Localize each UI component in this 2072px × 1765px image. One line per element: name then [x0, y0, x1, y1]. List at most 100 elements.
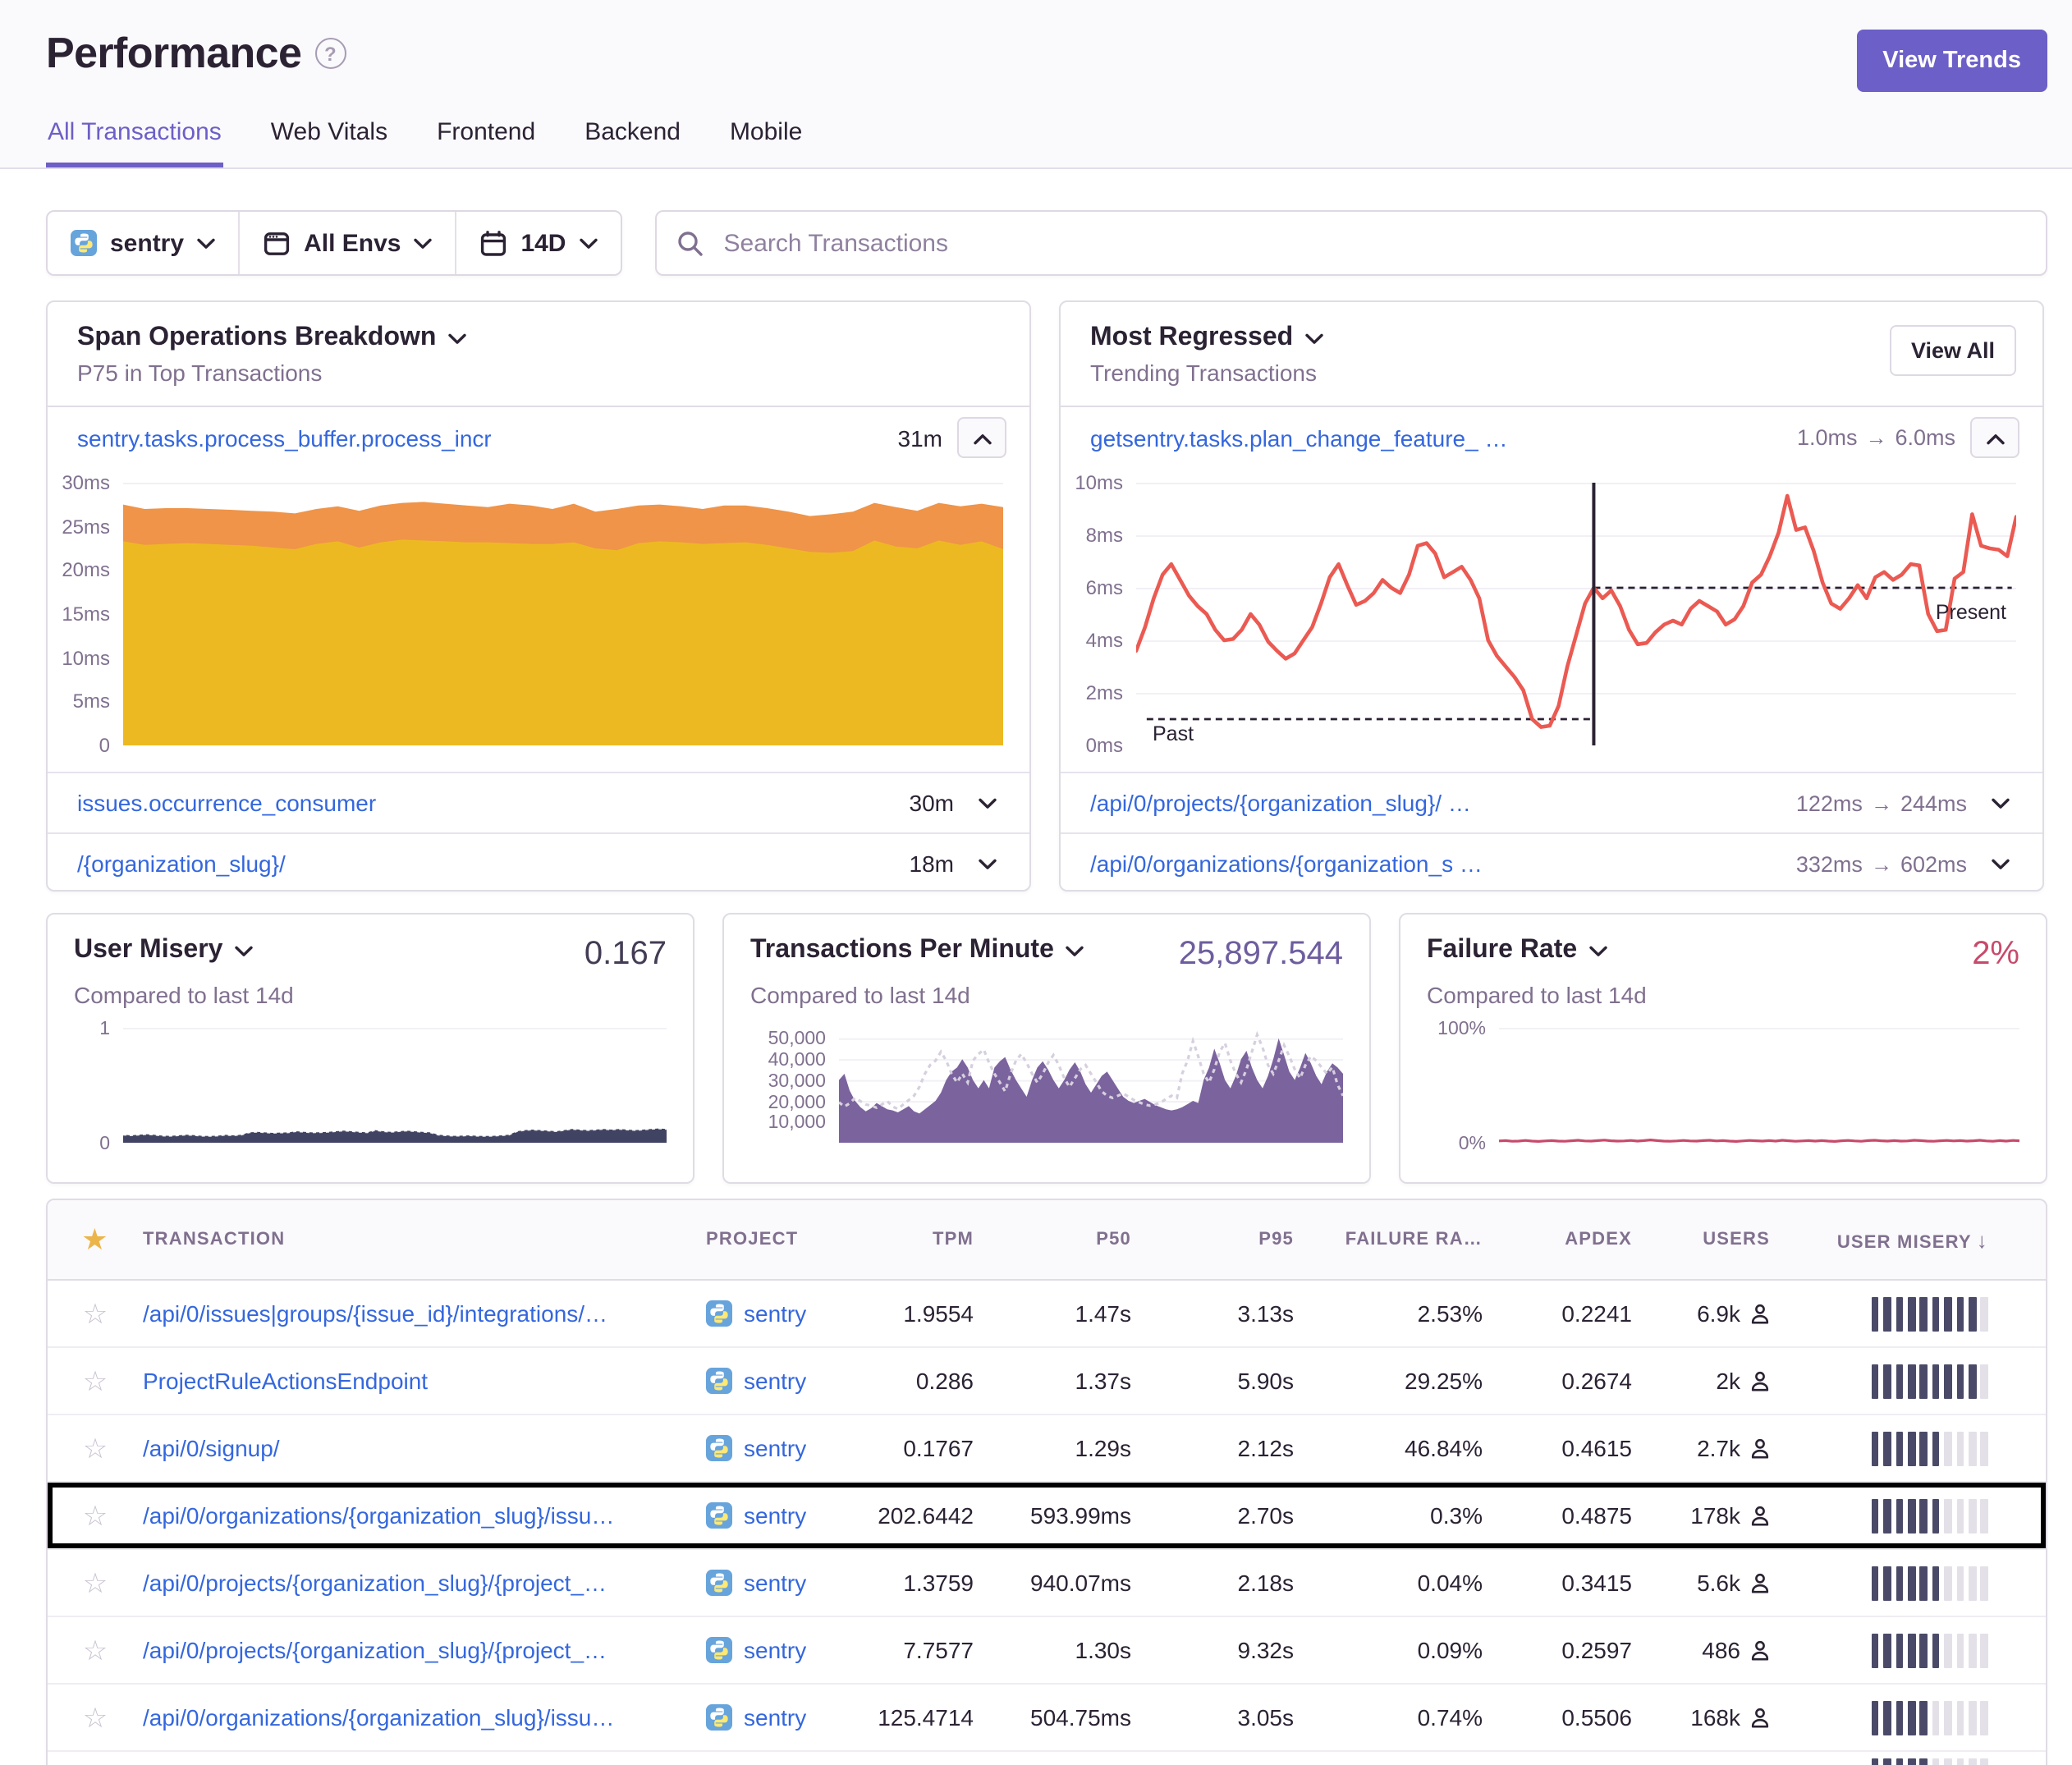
- transaction-link[interactable]: /api/0/issues|groups/{issue_id}/integrat…: [143, 1300, 690, 1327]
- regressed-transaction-link[interactable]: /api/0/projects/{organization_slug}/ …: [1090, 790, 1471, 816]
- tpm-value: 1.9554: [870, 1300, 974, 1327]
- chevron-down-icon: [197, 238, 215, 250]
- tab-frontend[interactable]: Frontend: [435, 115, 537, 167]
- star-icon[interactable]: ☆: [83, 1434, 108, 1462]
- star-icon[interactable]: ☆: [83, 1569, 108, 1597]
- p95-value: 2.12s: [1131, 1435, 1294, 1461]
- view-trends-button[interactable]: View Trends: [1856, 30, 2047, 92]
- transaction-link[interactable]: /api/0/organizations/{organization_slug}…: [143, 1502, 690, 1529]
- expand-row-button[interactable]: [1982, 854, 2019, 873]
- table-row[interactable]: ☆ /api/0/projects/{organization_slug}/{pr…: [48, 1550, 2046, 1617]
- search-transactions-input[interactable]: [721, 227, 2027, 259]
- span-operation-link[interactable]: sentry.tasks.process_buffer.process_incr: [77, 424, 492, 451]
- search-icon: [676, 229, 704, 257]
- tab-all-transactions[interactable]: All Transactions: [46, 115, 223, 167]
- column-header-transaction[interactable]: TRANSACTION: [143, 1230, 706, 1249]
- table-row-highlighted[interactable]: ☆ /api/0/organizations/{organization_slug…: [48, 1483, 2046, 1550]
- project-link[interactable]: sentry: [744, 1704, 806, 1731]
- project-filter-dropdown[interactable]: sentry: [48, 212, 238, 274]
- environment-filter-dropdown[interactable]: All Envs: [240, 212, 455, 274]
- most-regressed-chart: 10ms8ms6ms4ms2ms0ms Past Present: [1061, 468, 2042, 772]
- axis-tick-label: 10,000: [768, 1112, 826, 1135]
- tab-web-vitals[interactable]: Web Vitals: [269, 115, 389, 167]
- column-header-user-misery[interactable]: USER MISERY↓: [1770, 1227, 2023, 1252]
- collapse-row-button[interactable]: [1970, 417, 2019, 458]
- project-link[interactable]: sentry: [744, 1502, 806, 1529]
- transaction-link[interactable]: /api/0/projects/{organization_slug}/{pro…: [143, 1637, 690, 1663]
- span-breakdown-title-dropdown[interactable]: Span Operations Breakdown: [77, 323, 1000, 353]
- axis-tick-label: 30,000: [768, 1070, 826, 1093]
- date-range-dropdown[interactable]: 14D: [456, 212, 620, 274]
- project-link[interactable]: sentry: [744, 1435, 806, 1461]
- column-header-tpm[interactable]: TPM: [870, 1230, 974, 1249]
- table-row[interactable]: ☆ /api/0/issues|groups/{issue_id}/integra…: [48, 1281, 2046, 1348]
- user-icon: [1750, 1707, 1770, 1728]
- project-cell: sentry: [706, 1300, 870, 1327]
- python-project-icon: [706, 1435, 732, 1461]
- failure-rate-value: 2.53%: [1294, 1300, 1483, 1327]
- transaction-link[interactable]: /api/0/projects/{organization_slug}/{pro…: [143, 1570, 690, 1596]
- metric-value: 25,897.544: [1179, 936, 1343, 974]
- regressed-transaction-link[interactable]: getsentry.tasks.plan_change_feature_ …: [1090, 424, 1508, 451]
- regressed-transaction-link[interactable]: /api/0/organizations/{organization_s …: [1090, 850, 1483, 877]
- arrow-right-icon: →: [1871, 851, 1892, 876]
- star-icon[interactable]: ☆: [83, 1703, 108, 1731]
- collapse-row-button[interactable]: [957, 417, 1006, 458]
- column-header-p50[interactable]: P50: [974, 1230, 1131, 1249]
- star-icon[interactable]: ☆: [83, 1367, 108, 1395]
- table-row[interactable]: ☆ProjectRuleActionsEndpointsentry0.2861.…: [48, 1348, 2046, 1415]
- span-operation-link[interactable]: issues.occurrence_consumer: [77, 790, 376, 816]
- expand-row-button[interactable]: [969, 854, 1006, 873]
- tab-mobile[interactable]: Mobile: [728, 115, 804, 167]
- project-cell: sentry: [706, 1435, 870, 1461]
- tpm-value: 0.286: [870, 1368, 974, 1394]
- metric-subtitle: Compared to last 14d: [1427, 982, 2019, 1008]
- transaction-link[interactable]: ProjectRuleActionsEndpoint: [143, 1368, 690, 1394]
- span-row: issues.occurrence_consumer 30m: [48, 772, 1029, 832]
- python-project-icon: [706, 1502, 732, 1529]
- failure-rate-title-dropdown[interactable]: Failure Rate: [1427, 936, 1607, 965]
- view-all-button[interactable]: View All: [1890, 325, 2016, 376]
- project-link[interactable]: sentry: [744, 1570, 806, 1596]
- column-header-p95[interactable]: P95: [1131, 1230, 1294, 1249]
- python-project-icon: [706, 1300, 732, 1327]
- y-axis-labels: 10ms8ms6ms4ms2ms0ms: [1064, 483, 1136, 745]
- column-header-apdex[interactable]: APDEX: [1483, 1230, 1632, 1249]
- chevron-down-icon: [1992, 798, 2010, 809]
- tpm-title-dropdown[interactable]: Transactions Per Minute: [750, 936, 1084, 965]
- column-header-project[interactable]: PROJECT: [706, 1230, 870, 1249]
- transaction-link[interactable]: /api/0/signup/: [143, 1435, 690, 1461]
- most-regressed-title-dropdown[interactable]: Most Regressed: [1090, 323, 2013, 353]
- project-cell: sentry: [706, 1502, 870, 1529]
- page-filters: sentry All Envs 14D: [46, 210, 622, 276]
- user-misery-title-dropdown[interactable]: User Misery: [74, 936, 252, 965]
- table-row[interactable]: ☆/api/0/signup/sentry0.17671.29s2.12s46.…: [48, 1415, 2046, 1483]
- failure-rate-value: 29.25%: [1294, 1368, 1483, 1394]
- star-icon[interactable]: ☆: [83, 1636, 108, 1664]
- transaction-link[interactable]: /api/0/organizations/{organization_slug}…: [143, 1704, 690, 1731]
- table-row-partial[interactable]: [48, 1752, 2046, 1765]
- span-operation-link[interactable]: /{organization_slug}/: [77, 850, 286, 877]
- trend-line-chart: Past Present: [1136, 483, 2016, 745]
- star-icon[interactable]: ☆: [83, 1501, 108, 1529]
- expand-row-button[interactable]: [969, 793, 1006, 813]
- top-bar: Performance ? View Trends All Transactio…: [0, 0, 2072, 169]
- help-icon[interactable]: ?: [314, 38, 346, 69]
- chevron-up-icon: [1986, 433, 2004, 444]
- environment-icon: [263, 229, 291, 257]
- column-header-failure-rate[interactable]: FAILURE RA…: [1294, 1230, 1483, 1249]
- column-header-users[interactable]: USERS: [1632, 1230, 1770, 1249]
- users-cell: 2k: [1632, 1368, 1770, 1394]
- star-icon[interactable]: ☆: [83, 1300, 108, 1327]
- chart-cards-row: Span Operations Breakdown P75 in Top Tra…: [46, 300, 2047, 892]
- failure-rate-value: 46.84%: [1294, 1435, 1483, 1461]
- p50-value: 1.47s: [974, 1300, 1131, 1327]
- tab-backend[interactable]: Backend: [583, 115, 682, 167]
- project-link[interactable]: sentry: [744, 1300, 806, 1327]
- table-row[interactable]: ☆ /api/0/organizations/{organization_slug…: [48, 1685, 2046, 1752]
- project-link[interactable]: sentry: [744, 1368, 806, 1394]
- expand-row-button[interactable]: [1982, 793, 2019, 813]
- starred-filter-icon[interactable]: ★: [81, 1225, 109, 1254]
- project-link[interactable]: sentry: [744, 1637, 806, 1663]
- table-row[interactable]: ☆ /api/0/projects/{organization_slug}/{pr…: [48, 1617, 2046, 1685]
